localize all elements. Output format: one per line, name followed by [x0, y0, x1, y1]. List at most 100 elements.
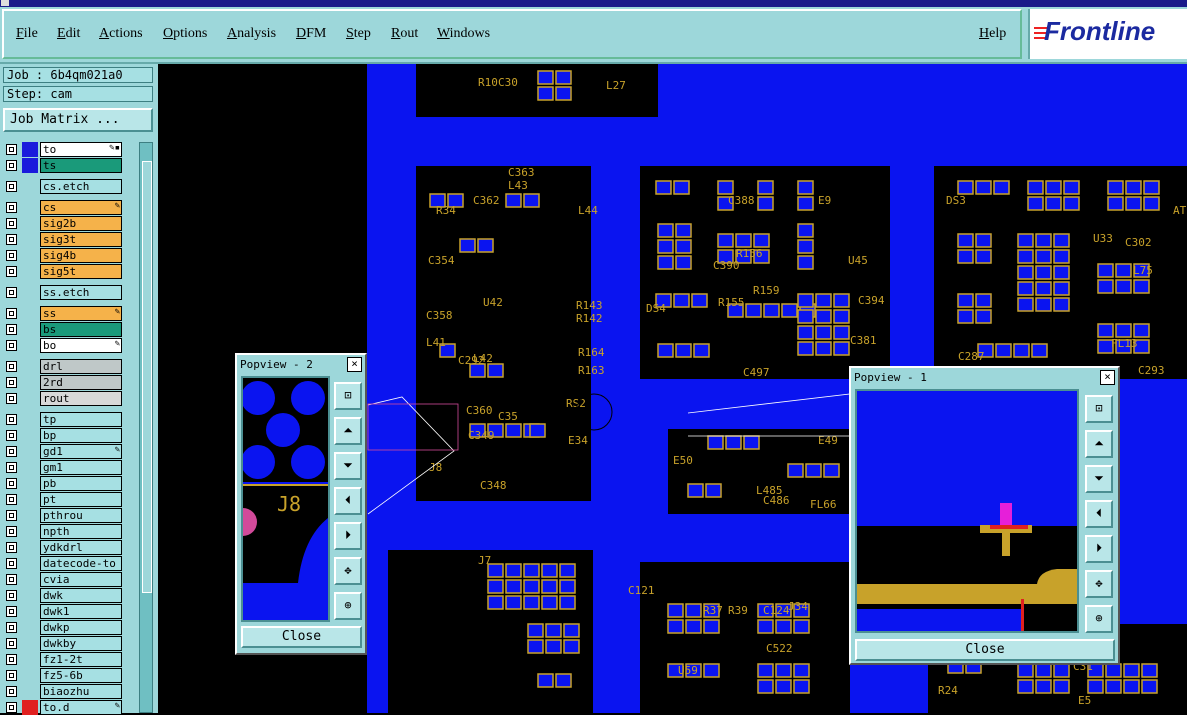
layer-row[interactable]: dwk1 [4, 604, 126, 619]
layer-name[interactable]: pt [40, 492, 122, 507]
layer-name[interactable]: sig2b [40, 216, 122, 231]
layer-row[interactable]: ts [4, 158, 126, 173]
layer-name[interactable]: bs [40, 322, 122, 337]
layer-name[interactable]: ss [40, 306, 122, 321]
popview-1-titlebar[interactable]: Popview - 1 × [854, 370, 1115, 385]
layer-name[interactable]: sig5t [40, 264, 122, 279]
popview-1-zoom-out-button[interactable]: ⊕ [1085, 605, 1113, 633]
layer-checkbox[interactable] [6, 526, 17, 537]
layer-checkbox[interactable] [6, 670, 17, 681]
layer-row[interactable]: gm1 [4, 460, 126, 475]
layer-checkbox[interactable] [6, 494, 17, 505]
menu-step[interactable]: Step [346, 26, 371, 42]
layer-name[interactable]: tp [40, 412, 122, 427]
layer-name[interactable]: pb [40, 476, 122, 491]
layer-name[interactable]: npth [40, 524, 122, 539]
popview-2-pan-down-button[interactable]: ⏷ [334, 452, 362, 480]
layer-row[interactable]: bs [4, 322, 126, 337]
layer-checkbox[interactable] [6, 308, 17, 319]
layer-row[interactable]: sig3t [4, 232, 126, 247]
layer-checkbox[interactable] [6, 250, 17, 261]
layer-checkbox[interactable] [6, 377, 17, 388]
layer-name[interactable]: dwkp [40, 620, 122, 635]
popview-2-pan-up-button[interactable]: ⏶ [334, 417, 362, 445]
window-icon[interactable] [1, 0, 9, 6]
layer-row[interactable]: ss ✎ [4, 306, 126, 321]
layer-checkbox[interactable] [6, 622, 17, 633]
popview-2-titlebar[interactable]: Popview - 2 × [240, 357, 362, 372]
layer-checkbox[interactable] [6, 606, 17, 617]
layer-name[interactable]: cs.etch [40, 179, 122, 194]
layer-row[interactable]: dwkp [4, 620, 126, 635]
layer-name[interactable]: biaozhu [40, 684, 122, 699]
popview-2-zoom-in-button[interactable]: ✥ [334, 557, 362, 585]
menu-file[interactable]: File [16, 26, 38, 42]
layer-checkbox[interactable] [6, 542, 17, 553]
layer-checkbox[interactable] [6, 324, 17, 335]
layer-row[interactable]: pb [4, 476, 126, 491]
layer-name[interactable]: dwkby [40, 636, 122, 651]
layer-checkbox[interactable] [6, 462, 17, 473]
popview-1-pan-down-button[interactable]: ⏷ [1085, 465, 1113, 493]
menu-dfm[interactable]: DFM [296, 26, 326, 42]
layer-checkbox[interactable] [6, 686, 17, 697]
layer-row[interactable]: datecode-to [4, 556, 126, 571]
menu-options[interactable]: Options [163, 26, 207, 42]
layer-name[interactable]: sig3t [40, 232, 122, 247]
layer-checkbox[interactable] [6, 574, 17, 585]
layer-row[interactable]: cvia [4, 572, 126, 587]
layer-name[interactable]: ss.etch [40, 285, 122, 300]
layer-checkbox[interactable] [6, 218, 17, 229]
popview-2-close-button[interactable]: Close [241, 626, 362, 648]
popview-1-zoom-fit-button[interactable]: ⊡ [1085, 395, 1113, 423]
popview-1-view[interactable] [855, 389, 1079, 633]
popview-1-pan-right-button[interactable]: ⏵ [1085, 535, 1113, 563]
layer-name[interactable]: drl [40, 359, 122, 374]
layer-name[interactable]: bo [40, 338, 122, 353]
job-matrix-button[interactable]: Job Matrix ... [3, 108, 153, 132]
layer-checkbox[interactable] [6, 414, 17, 425]
layer-row[interactable]: sig4b [4, 248, 126, 263]
menu-rout[interactable]: Rout [391, 26, 418, 42]
layer-row[interactable]: rout [4, 391, 126, 406]
layer-row[interactable]: ydkdrl [4, 540, 126, 555]
layer-name[interactable]: rout [40, 391, 122, 406]
layer-row[interactable]: dwkby [4, 636, 126, 651]
layer-row[interactable]: drl [4, 359, 126, 374]
layer-row[interactable]: fz1-2t [4, 652, 126, 667]
layer-name[interactable]: fz1-2t [40, 652, 122, 667]
layer-name[interactable]: datecode-to [40, 556, 122, 571]
layer-name[interactable]: ydkdrl [40, 540, 122, 555]
layer-checkbox[interactable] [6, 478, 17, 489]
layer-row[interactable]: to ✎▪ [4, 142, 126, 157]
scroll-thumb[interactable] [142, 161, 152, 593]
layer-row[interactable]: sig2b [4, 216, 126, 231]
menu-actions[interactable]: Actions [99, 26, 143, 42]
layer-name[interactable]: dwk1 [40, 604, 122, 619]
layer-name[interactable]: sig4b [40, 248, 122, 263]
layer-checkbox[interactable] [6, 202, 17, 213]
layer-row[interactable]: npth [4, 524, 126, 539]
popview-2-view[interactable]: J8 [241, 376, 330, 622]
menu-analysis[interactable]: Analysis [227, 26, 276, 42]
layer-checkbox[interactable] [6, 234, 17, 245]
layer-checkbox[interactable] [6, 361, 17, 372]
layer-checkbox[interactable] [6, 702, 17, 713]
layer-checkbox[interactable] [6, 287, 17, 298]
layer-name[interactable]: ts [40, 158, 122, 173]
layer-checkbox[interactable] [6, 266, 17, 277]
layer-row[interactable]: pt [4, 492, 126, 507]
layer-checkbox[interactable] [6, 590, 17, 601]
layer-row[interactable]: pthrou [4, 508, 126, 523]
popview-2-pan-left-button[interactable]: ⏴ [334, 487, 362, 515]
layer-row[interactable]: sig5t [4, 264, 126, 279]
layer-scrollbar[interactable] [139, 142, 153, 713]
layer-row[interactable]: cs ✎ [4, 200, 126, 215]
menu-help[interactable]: Help [979, 26, 1006, 42]
layer-checkbox[interactable] [6, 160, 17, 171]
layer-name[interactable]: fz5-6b [40, 668, 122, 683]
layer-row[interactable]: tp [4, 412, 126, 427]
layer-name[interactable]: gm1 [40, 460, 122, 475]
menu-edit[interactable]: Edit [57, 26, 80, 42]
layer-name[interactable]: pthrou [40, 508, 122, 523]
